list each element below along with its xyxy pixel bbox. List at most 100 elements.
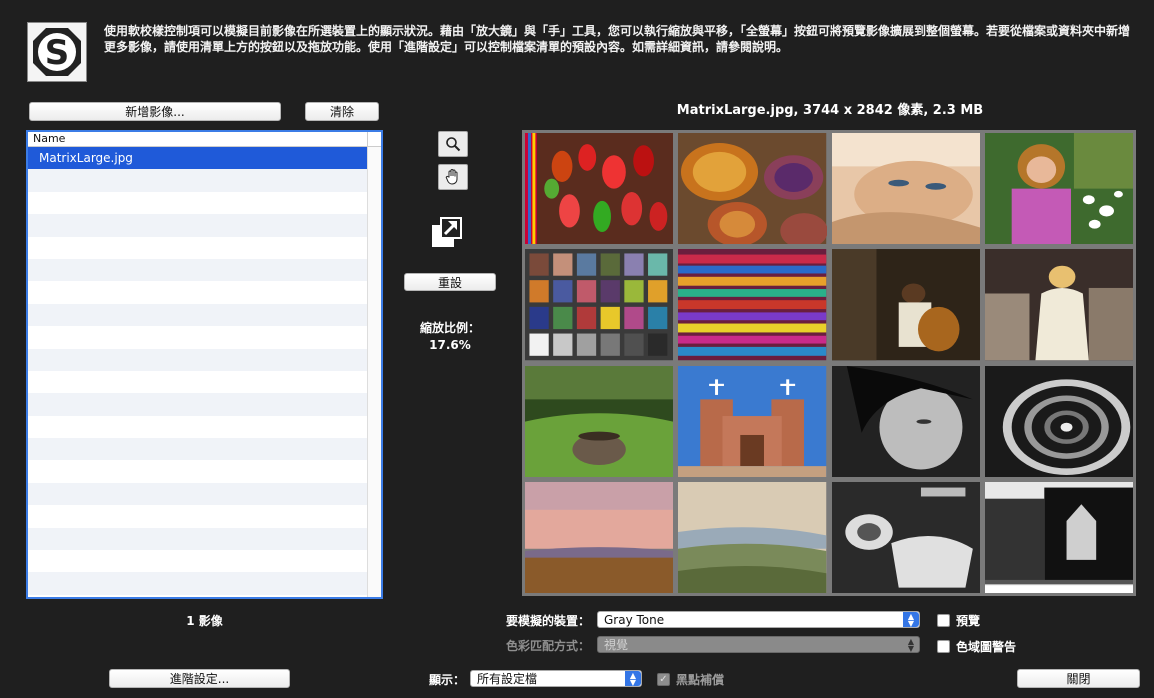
color-swatch bbox=[553, 253, 573, 276]
color-swatch bbox=[624, 307, 644, 330]
matching-label: 色彩匹配方式： bbox=[505, 639, 590, 653]
fullscreen-button[interactable] bbox=[430, 213, 468, 249]
empty-list-row bbox=[28, 169, 367, 192]
color-swatch bbox=[600, 307, 620, 330]
logo-icon: S bbox=[33, 28, 81, 76]
color-swatch bbox=[576, 253, 597, 276]
description-text: 使用軟校樣控制項可以模擬目前影像在所選裝置上的顯示狀況。藉由「放大鏡」與「手」工… bbox=[104, 24, 1131, 54]
chevron-updown-icon: ▲ ▼ bbox=[907, 637, 915, 653]
chevron-updown-icon: ▲ ▼ bbox=[903, 612, 919, 628]
preview-tile-girl-flowers bbox=[984, 133, 1133, 245]
preview-tile-plates bbox=[678, 133, 827, 245]
color-swatch bbox=[600, 333, 620, 357]
color-swatch bbox=[576, 333, 597, 357]
empty-list-row bbox=[28, 393, 367, 416]
reset-button[interactable]: 重設 bbox=[404, 273, 496, 291]
preview-tile-street-woman bbox=[984, 249, 1133, 361]
preview-tile-bw-portrait bbox=[831, 365, 980, 477]
checkbox-box[interactable] bbox=[937, 614, 950, 627]
preview-tile-scooter bbox=[831, 481, 980, 593]
list-item[interactable]: MatrixLarge.jpg bbox=[28, 147, 367, 170]
preview-tile-yarn bbox=[678, 249, 827, 361]
empty-list-row bbox=[28, 505, 367, 527]
chevron-updown-icon: ▲ ▼ bbox=[625, 671, 641, 687]
empty-list-row bbox=[28, 416, 367, 438]
preview-tile-tuscany-hills bbox=[678, 481, 827, 593]
column-header-name[interactable]: Name bbox=[28, 132, 381, 147]
zoom-label: 縮放比例： bbox=[419, 321, 480, 335]
color-swatch bbox=[576, 280, 597, 303]
zoom-value: 17.6% bbox=[429, 338, 471, 352]
device-select-value: Gray Tone bbox=[604, 613, 665, 627]
empty-list-row bbox=[28, 371, 367, 393]
color-swatch bbox=[624, 333, 644, 357]
color-swatch bbox=[529, 307, 549, 330]
soft-proof-preview[interactable] bbox=[522, 130, 1136, 596]
color-swatch bbox=[600, 253, 620, 276]
preview-tile-sunset-field bbox=[525, 481, 674, 593]
empty-list-row bbox=[28, 281, 367, 303]
color-swatch bbox=[624, 253, 644, 276]
display-select-value: 所有設定檔 bbox=[477, 672, 538, 686]
color-swatch bbox=[624, 280, 644, 303]
preview-tile-spiral-stairs bbox=[984, 365, 1133, 477]
preview-tile-church bbox=[678, 365, 827, 477]
hand-tool-button[interactable] bbox=[438, 164, 468, 190]
empty-list-row bbox=[28, 460, 367, 482]
empty-list-row bbox=[28, 550, 367, 572]
display-label: 顯示： bbox=[428, 673, 465, 687]
empty-list-row bbox=[28, 192, 367, 214]
image-info: MatrixLarge.jpg, 3744 x 2842 像素, 2.3 MB bbox=[676, 103, 984, 118]
preview-tile-peppers bbox=[525, 133, 674, 245]
color-swatch bbox=[553, 333, 573, 357]
empty-list-row bbox=[28, 527, 367, 551]
empty-list-row bbox=[28, 348, 367, 371]
hand-icon bbox=[445, 169, 458, 185]
checkbox-box[interactable] bbox=[937, 640, 950, 653]
matching-select[interactable]: 視覺 ▲ ▼ bbox=[597, 636, 920, 653]
empty-list-row bbox=[28, 214, 367, 237]
clear-button[interactable]: 清除 bbox=[305, 102, 379, 121]
svg-text:S: S bbox=[45, 33, 70, 73]
empty-list-row bbox=[28, 572, 367, 595]
preview-checkbox-label: 預覽 bbox=[956, 614, 981, 628]
magnifier-icon bbox=[446, 137, 461, 152]
advanced-settings-button[interactable]: 進階設定... bbox=[109, 669, 290, 688]
add-images-button[interactable]: 新增影像... bbox=[29, 102, 281, 121]
empty-list-row bbox=[28, 438, 367, 461]
color-swatch bbox=[553, 280, 573, 303]
zoom-tool-button[interactable] bbox=[438, 131, 468, 157]
preview-tile-cellist bbox=[831, 249, 980, 361]
black-point-compensation-checkbox[interactable]: ✓ 黑點補償 bbox=[657, 671, 724, 688]
device-label: 要模擬的裝置： bbox=[505, 614, 590, 628]
preview-tile-garden-pot bbox=[525, 365, 674, 477]
fullscreen-icon bbox=[432, 217, 462, 247]
app-logo: S bbox=[27, 22, 87, 82]
color-swatch bbox=[529, 253, 549, 276]
empty-list-row bbox=[28, 482, 367, 506]
gamut-warning-checkbox[interactable]: 色域圖警告 bbox=[937, 638, 1016, 655]
checkmark-icon[interactable]: ✓ bbox=[657, 673, 670, 686]
gamut-warning-label: 色域圖警告 bbox=[956, 640, 1017, 654]
matching-select-value: 視覺 bbox=[604, 638, 629, 652]
file-list[interactable]: Name MatrixLarge.jpg bbox=[26, 130, 383, 599]
color-swatch bbox=[648, 307, 668, 330]
color-swatch bbox=[648, 333, 668, 357]
empty-list-row bbox=[28, 258, 367, 282]
list-scroll-track[interactable] bbox=[367, 147, 381, 597]
color-swatch bbox=[648, 280, 668, 303]
empty-list-row bbox=[28, 237, 367, 259]
preview-checkbox[interactable]: 預覽 bbox=[937, 612, 980, 629]
color-swatch bbox=[553, 307, 573, 330]
empty-list-row bbox=[28, 326, 367, 348]
file-list-rows: MatrixLarge.jpg bbox=[28, 147, 367, 597]
preview-tile-color-checker bbox=[525, 249, 674, 361]
empty-list-row bbox=[28, 303, 367, 327]
color-swatch bbox=[600, 280, 620, 303]
display-select[interactable]: 所有設定檔 ▲ ▼ bbox=[470, 670, 642, 687]
color-swatch bbox=[529, 280, 549, 303]
preview-tile-bw-collage bbox=[984, 481, 1133, 593]
close-button[interactable]: 關閉 bbox=[1017, 669, 1140, 688]
zoom-readout: 縮放比例： 17.6% bbox=[404, 320, 496, 354]
device-select[interactable]: Gray Tone ▲ ▼ bbox=[597, 611, 920, 628]
